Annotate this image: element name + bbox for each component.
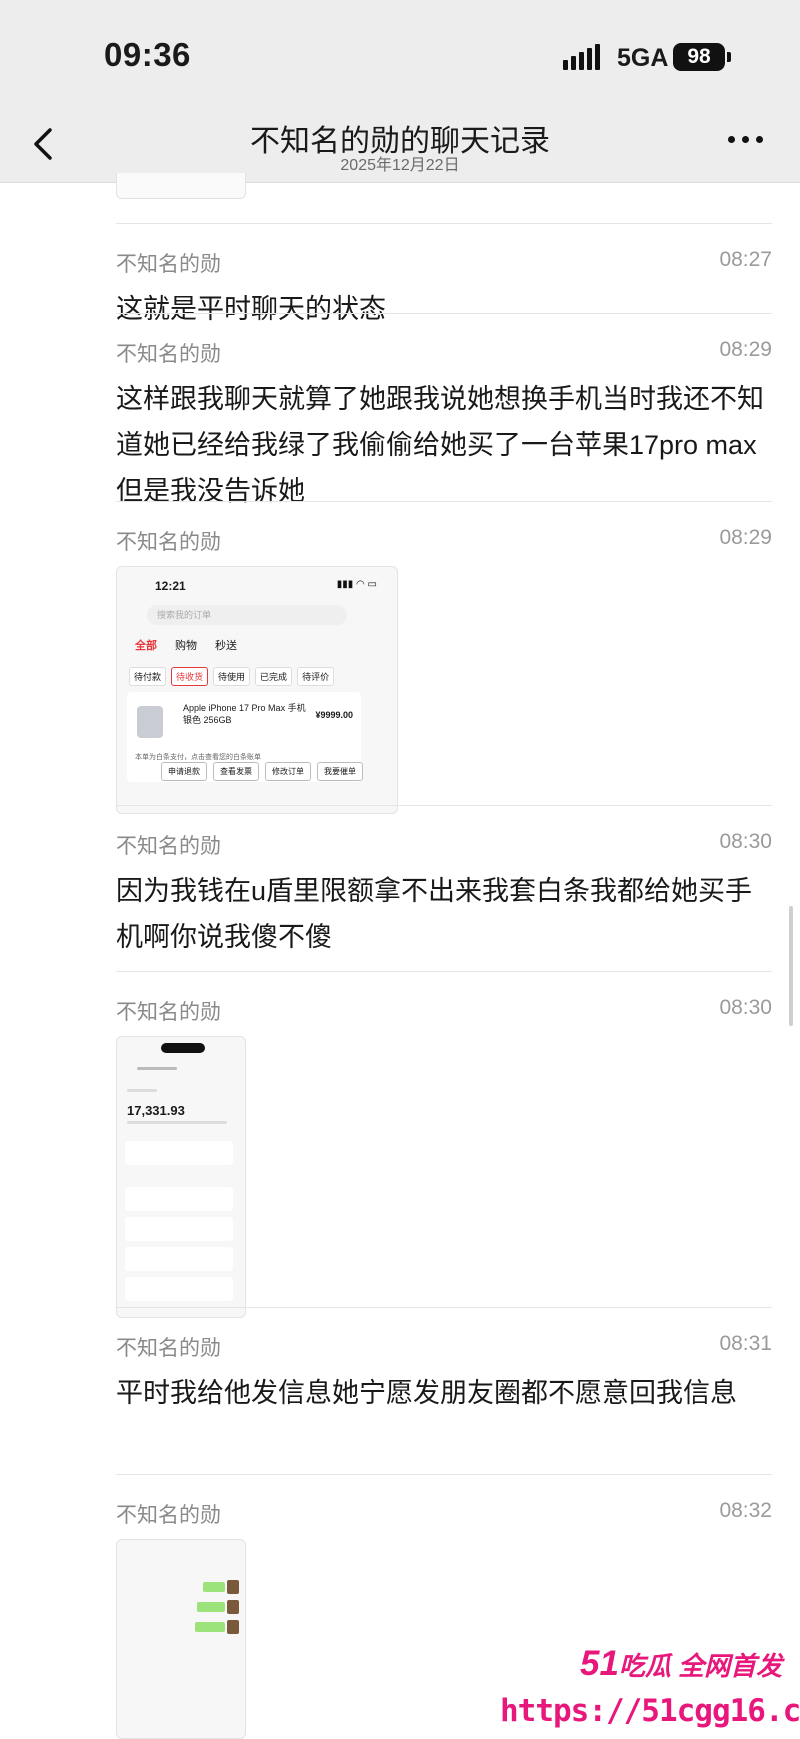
watermark-url: https://51cgg16.com <box>500 1693 800 1729</box>
divider <box>116 223 772 224</box>
sender-name: 不知名的勋 <box>116 1337 221 1360</box>
bill-amount: 17,331.93 <box>127 1103 185 1118</box>
message-text: 平时我给他发信息她宁愿发朋友圈都不愿意回我信息 <box>116 1378 737 1408</box>
chat-message[interactable]: 不知名的勋 08:30 因为我钱在u盾里限额拿不出来我套白条我都给她买手机啊你说… <box>116 830 772 960</box>
image-message-peek[interactable] <box>116 173 246 199</box>
status-bar: 09:36 5GA 98 <box>0 0 800 108</box>
battery-tip <box>727 52 731 62</box>
message-text: 这样跟我聊天就算了她跟我说她想换手机当时我还不知道她已经给我绿了我偷偷给她买了一… <box>116 384 764 506</box>
message-time: 08:31 <box>719 1332 772 1355</box>
chat-screenshot-image[interactable] <box>116 1539 246 1739</box>
chat-message[interactable]: 不知名的勋 08:27 这就是平时聊天的状态 <box>116 248 772 324</box>
divider <box>116 971 772 972</box>
chat-message[interactable]: 不知名的勋 08:30 17,331.93 <box>116 996 772 1318</box>
screenshot-tabs: 全部 购物 秒送 <box>135 640 237 652</box>
battery-icon: 98 <box>673 43 725 71</box>
screenshot-buttons: 申请退款 查看发票 修改订单 我要催单 <box>161 762 369 781</box>
chat-message[interactable]: 不知名的勋 08:31 平时我给他发信息她宁愿发朋友圈都不愿意回我信息 <box>116 1332 772 1462</box>
message-text: 这就是平时聊天的状态 <box>116 294 386 324</box>
sender-name: 不知名的勋 <box>116 343 221 366</box>
message-time: 08:32 <box>719 1499 772 1522</box>
sender-name: 不知名的勋 <box>116 531 221 554</box>
screenshot-filters: 待付款 待收货 待使用 已完成 待评价 <box>129 667 359 686</box>
sender-name: 不知名的勋 <box>116 1001 221 1024</box>
nav-bar: 不知名的勋的聊天记录 2025年12月22日 <box>0 108 800 183</box>
more-dots-icon[interactable] <box>728 136 768 148</box>
divider <box>116 501 772 502</box>
message-time: 08:29 <box>719 526 772 549</box>
sender-name: 不知名的勋 <box>116 835 221 858</box>
divider <box>116 805 772 806</box>
page-subtitle-date: 2025年12月22日 <box>340 157 460 174</box>
signal-icon <box>563 44 605 70</box>
watermark-brand: 51吃瓜 全网首发 <box>580 1644 783 1683</box>
chat-message[interactable]: 不知名的勋 08:29 这样跟我聊天就算了她跟我说她想换手机当时我还不知道她已经… <box>116 338 772 508</box>
screenshot-search: 搜索我的订单 <box>147 605 347 625</box>
sender-name: 不知名的勋 <box>116 253 221 276</box>
scroll-indicator[interactable] <box>789 906 793 1026</box>
phone-image <box>137 706 163 738</box>
chat-message[interactable]: 不知名的勋 08:29 12:21 ▮▮▮ ◠ ▭ 搜索我的订单 全部 购物 秒送 … <box>116 526 772 814</box>
status-time: 09:36 <box>104 36 191 73</box>
screenshot-time: 12:21 <box>155 579 186 593</box>
message-time: 08:27 <box>719 248 772 271</box>
sender-name: 不知名的勋 <box>116 1504 221 1527</box>
message-time: 08:30 <box>719 830 772 853</box>
message-text: 因为我钱在u盾里限额拿不出来我套白条我都给她买手机啊你说我傻不傻 <box>116 876 753 952</box>
message-time: 08:29 <box>719 338 772 361</box>
dynamic-island <box>161 1043 205 1053</box>
network-label: 5GA <box>617 44 669 72</box>
bill-screenshot-image[interactable]: 17,331.93 <box>116 1036 246 1318</box>
screenshot-status-icons: ▮▮▮ ◠ ▭ <box>336 579 377 590</box>
divider <box>116 313 772 314</box>
divider <box>116 1307 772 1308</box>
message-time: 08:30 <box>719 996 772 1019</box>
divider <box>116 1474 772 1475</box>
order-screenshot-image[interactable]: 12:21 ▮▮▮ ◠ ▭ 搜索我的订单 全部 购物 秒送 待付款 待收货 待使用 已完成… <box>116 566 398 814</box>
